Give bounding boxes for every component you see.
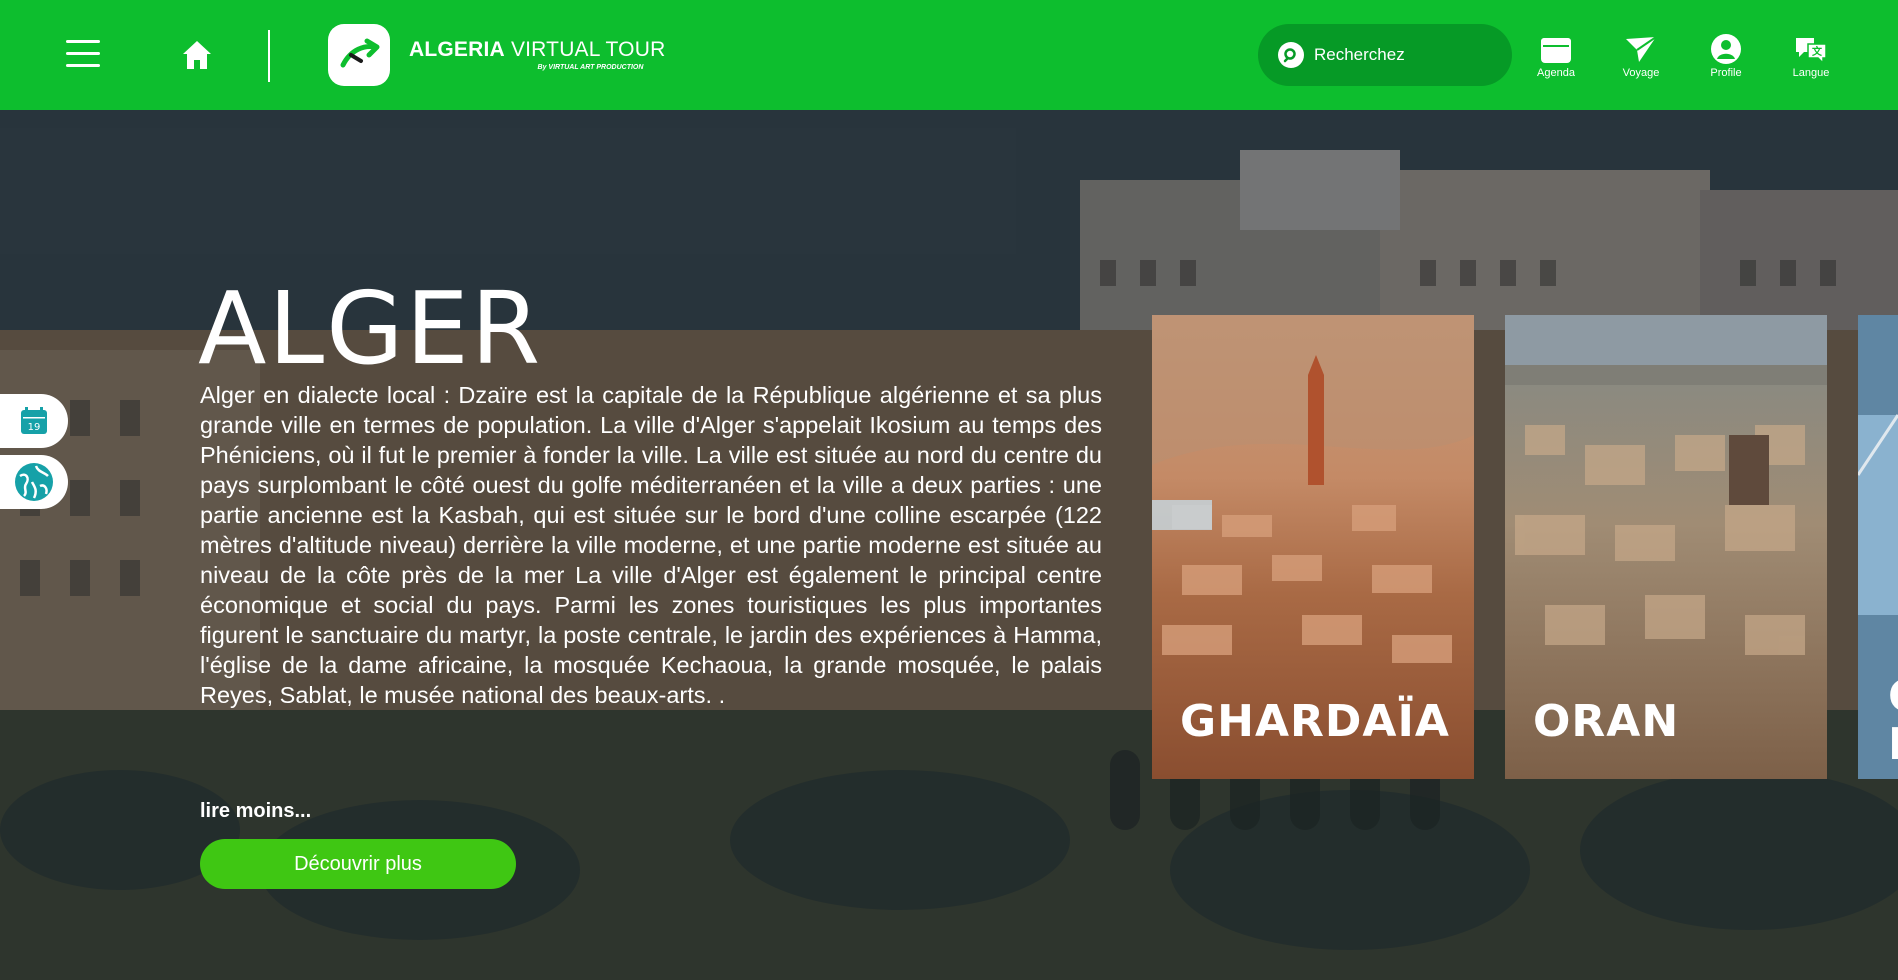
side-globe-button[interactable] xyxy=(0,455,68,509)
user-icon xyxy=(1691,32,1761,66)
search-input[interactable] xyxy=(1314,45,1494,65)
nav-agenda-label: Agenda xyxy=(1537,67,1575,79)
nav-language-button[interactable]: 文 Langue xyxy=(1776,32,1846,79)
globe-icon xyxy=(15,463,53,501)
calendar-icon: 19 xyxy=(21,407,47,434)
city-title: ALGER xyxy=(198,270,543,387)
svg-text:19: 19 xyxy=(28,422,41,433)
side-calendar-button[interactable]: 19 xyxy=(0,394,68,448)
logo-subtitle: By VIRTUAL ART PRODUCTION xyxy=(537,64,644,71)
logo-title: ALGERIA VIRTUAL TOUR xyxy=(409,38,666,61)
card-label-ghardaia: GHARDAÏA xyxy=(1180,696,1450,747)
nav-profile-label: Profile xyxy=(1710,67,1742,79)
discover-more-button[interactable]: Découvrir plus xyxy=(200,839,516,889)
hero-section: 19 ALGER Alger en dialecte local : Dzaïr… xyxy=(0,110,1898,980)
destination-card-oran[interactable]: ORAN xyxy=(1505,315,1827,779)
home-icon[interactable] xyxy=(180,38,214,72)
nav-agenda-button[interactable]: Agenda xyxy=(1521,32,1591,79)
city-description: Alger en dialecte local : Dzaïre est la … xyxy=(200,382,1102,708)
logo[interactable]: ALGERIA VIRTUAL TOUR By VIRTUAL ART PROD… xyxy=(328,24,665,86)
language-icon: 文 xyxy=(1776,32,1846,66)
destination-card-partial[interactable]: C I xyxy=(1858,315,1898,779)
card-label-partial: C I xyxy=(1888,673,1898,770)
logo-mark-icon xyxy=(328,24,390,86)
svg-text:文: 文 xyxy=(1812,45,1823,58)
nav-profile-button[interactable]: Profile xyxy=(1691,32,1761,79)
hamburger-menu-icon[interactable] xyxy=(66,40,100,70)
paper-plane-icon xyxy=(1606,32,1676,66)
card-label-oran: ORAN xyxy=(1533,696,1680,747)
header-divider xyxy=(268,30,270,82)
calendar-icon xyxy=(1521,32,1591,66)
destination-card-ghardaia[interactable]: GHARDAÏA xyxy=(1152,315,1474,779)
search-icon[interactable] xyxy=(1278,42,1304,68)
nav-voyage-button[interactable]: Voyage xyxy=(1606,32,1676,79)
nav-voyage-label: Voyage xyxy=(1622,67,1660,79)
top-header: ALGERIA VIRTUAL TOUR By VIRTUAL ART PROD… xyxy=(0,0,1898,110)
nav-language-label: Langue xyxy=(1792,67,1830,79)
read-less-link[interactable]: lire moins... xyxy=(200,800,311,823)
search-bar[interactable] xyxy=(1258,24,1512,86)
